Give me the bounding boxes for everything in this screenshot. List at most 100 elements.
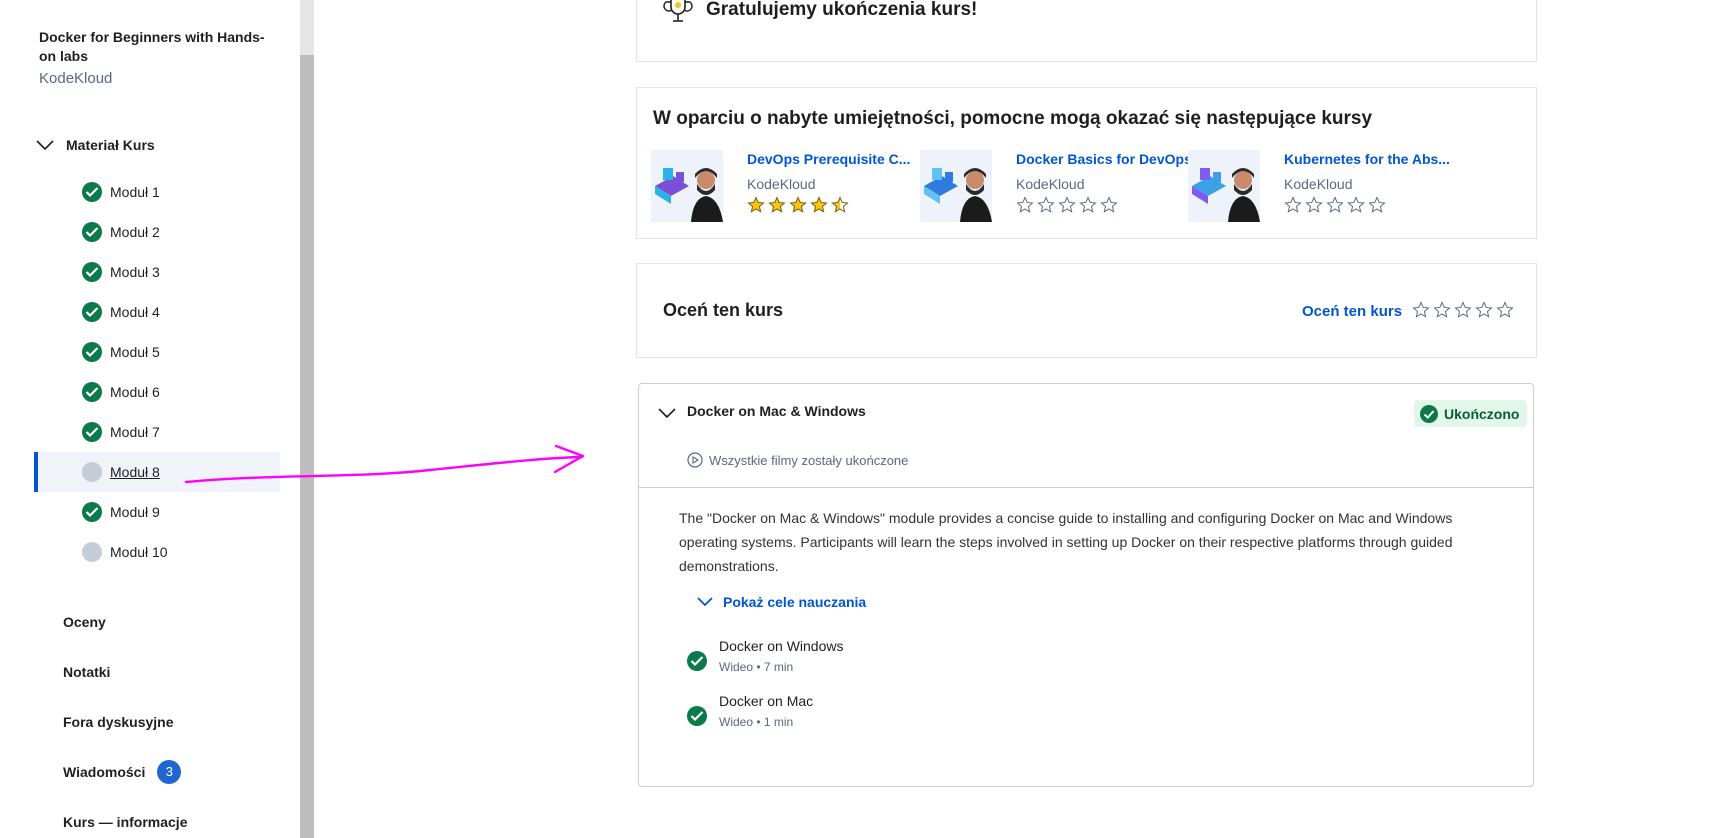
sidebar-scrollbar[interactable]: [300, 0, 314, 838]
course-rating-stars: [1284, 196, 1386, 214]
module-status: Wszystkie filmy zostały ukończone: [687, 452, 908, 468]
star-icon: [1475, 301, 1493, 318]
recommended-course[interactable]: DevOps Prerequisite C... KodeKloud: [651, 150, 941, 222]
star-icon: [1037, 196, 1055, 213]
rate-course-card: Oceń ten kurs Oceń ten kurs: [636, 263, 1537, 358]
star-icon: [1496, 301, 1514, 318]
course-thumbnail[interactable]: [920, 150, 992, 222]
recommended-course-provider: KodeKloud: [747, 176, 816, 192]
module-label: Moduł 2: [110, 224, 160, 240]
module-card-header[interactable]: Docker on Mac & Windows Ukończono Wszyst…: [639, 384, 1533, 488]
star-icon: [789, 196, 807, 213]
recommended-course-name[interactable]: Kubernetes for the Abs...: [1284, 151, 1474, 167]
recommendations-title: W oparciu o nabyte umiejętności, pomocne…: [653, 108, 1373, 129]
nav-notes-label: Notatki: [63, 664, 111, 680]
course-title[interactable]: Docker for Beginners with Hands-on labs: [39, 28, 279, 66]
show-learning-goals-label: Pokaż cele nauczania: [723, 594, 867, 610]
course-thumbnail[interactable]: [1188, 150, 1260, 222]
trophy-icon: [663, 0, 693, 22]
sidebar-module-item[interactable]: Moduł 2: [34, 212, 280, 252]
course-rating-stars: [747, 196, 849, 214]
chevron-down-icon: [697, 597, 713, 607]
sidebar-module-item[interactable]: Moduł 6: [34, 372, 280, 412]
module-video-item[interactable]: Docker on Windows Wideo • 7 min: [687, 638, 1387, 682]
course-provider: KodeKloud: [39, 70, 113, 87]
completed-check-icon: [82, 422, 102, 442]
course-rating-stars: [1016, 196, 1118, 214]
video-meta: Wideo • 1 min: [719, 715, 794, 729]
incomplete-circle-icon: [82, 462, 102, 482]
recommended-course[interactable]: Docker Basics for DevOps KodeKloud: [920, 150, 1210, 222]
module-description: The "Docker on Mac & Windows" module pro…: [679, 510, 1453, 574]
sidebar-module-item[interactable]: Moduł 3: [34, 252, 280, 292]
sidebar-module-item[interactable]: Moduł 10: [34, 532, 280, 572]
sidebar-nav: Oceny Notatki Fora dyskusyjne Wiadomości…: [63, 597, 187, 838]
module-label: Moduł 7: [110, 424, 160, 440]
congrats-card: Gratulujemy ukończenia kurs!: [636, 0, 1537, 62]
module-label: Moduł 5: [110, 344, 160, 360]
video-title: Docker on Windows: [719, 638, 844, 654]
sidebar-module-item[interactable]: Moduł 5: [34, 332, 280, 372]
star-icon: [1284, 196, 1302, 213]
module-status-text: Wszystkie filmy zostały ukończone: [709, 452, 909, 468]
section-toggle-course-material[interactable]: Materiał Kurs: [34, 134, 155, 156]
chevron-down-icon[interactable]: [656, 402, 678, 424]
nav-grades[interactable]: Oceny: [63, 597, 187, 647]
star-icon: [810, 196, 828, 213]
star-icon: [768, 196, 786, 213]
completed-check-icon: [82, 502, 102, 522]
section-label: Materiał Kurs: [66, 137, 155, 153]
recommended-course[interactable]: Kubernetes for the Abs... KodeKloud: [1188, 150, 1478, 222]
module-card: Docker on Mac & Windows Ukończono Wszyst…: [638, 383, 1534, 787]
nav-forums[interactable]: Fora dyskusyjne: [63, 697, 187, 747]
nav-course-info[interactable]: Kurs — informacje: [63, 797, 187, 838]
nav-messages-label: Wiadomości: [63, 764, 146, 780]
completed-badge-label: Ukończono: [1444, 405, 1520, 422]
completed-check-icon: [82, 182, 102, 202]
rate-course-title: Oceń ten kurs: [663, 300, 784, 320]
module-label: Moduł 4: [110, 304, 160, 320]
completed-check-icon: [82, 342, 102, 362]
nav-messages[interactable]: Wiadomości 3: [63, 747, 187, 797]
completed-check-icon: [82, 222, 102, 242]
star-icon: [1412, 301, 1430, 318]
sidebar: Docker for Beginners with Hands-on labs …: [0, 0, 300, 838]
check-circle-icon: [1420, 404, 1438, 423]
module-list: Moduł 1 Moduł 2 Moduł 3 Moduł 4 Moduł 5 Moduł…: [34, 172, 280, 572]
messages-count-badge: 3: [157, 760, 182, 784]
chevron-down-icon: [36, 140, 54, 151]
recommendations-card: W oparciu o nabyte umiejętności, pomocne…: [636, 87, 1537, 239]
sidebar-module-item[interactable]: Moduł 4: [34, 292, 280, 332]
module-label: Moduł 1: [110, 184, 160, 200]
congrats-text: Gratulujemy ukończenia kurs!: [706, 0, 978, 20]
module-video-item[interactable]: Docker on Mac Wideo • 1 min: [687, 693, 1387, 737]
star-icon: [747, 196, 765, 213]
rate-stars[interactable]: [1412, 301, 1514, 319]
completed-check-icon: [82, 302, 102, 322]
show-learning-goals-button[interactable]: Pokaż cele nauczania: [695, 592, 866, 612]
video-meta: Wideo • 7 min: [719, 660, 794, 674]
module-label: Moduł 3: [110, 264, 160, 280]
recommended-course-name[interactable]: Docker Basics for DevOps: [1016, 151, 1206, 167]
completed-check-icon: [82, 262, 102, 282]
course-thumbnail[interactable]: [651, 150, 723, 222]
recommended-course-provider: KodeKloud: [1284, 176, 1353, 192]
recommended-course-name[interactable]: DevOps Prerequisite C...: [747, 151, 937, 167]
completed-check-icon: [687, 651, 707, 671]
module-label: Moduł 8: [110, 464, 160, 480]
recommended-course-provider: KodeKloud: [1016, 176, 1085, 192]
nav-notes[interactable]: Notatki: [63, 647, 187, 697]
incomplete-circle-icon: [82, 542, 102, 562]
star-icon: [1100, 196, 1118, 213]
star-icon: [831, 196, 849, 213]
rate-course-link[interactable]: Oceń ten kurs: [1302, 303, 1402, 320]
star-icon: [1347, 196, 1365, 213]
course-page: Docker for Beginners with Hands-on labs …: [0, 0, 1732, 838]
completed-badge: Ukończono: [1414, 400, 1528, 427]
sidebar-module-item[interactable]: Moduł 1: [34, 172, 280, 212]
star-icon: [1454, 301, 1472, 318]
completed-check-icon: [82, 382, 102, 402]
star-icon: [1079, 196, 1097, 213]
module-label: Moduł 9: [110, 504, 160, 520]
star-icon: [1305, 196, 1323, 213]
